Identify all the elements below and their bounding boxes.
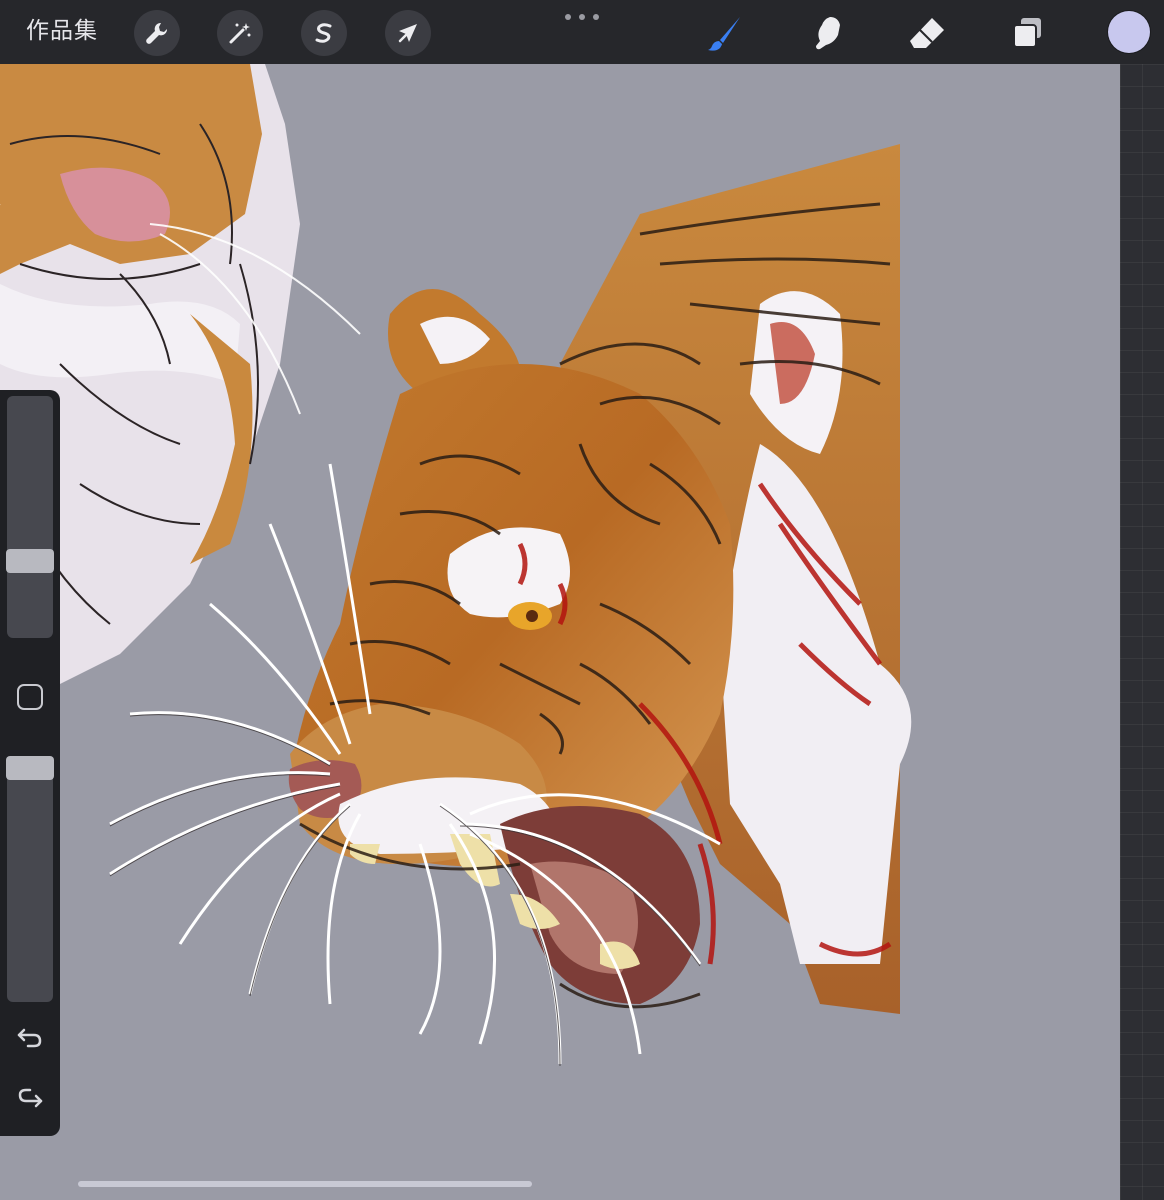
brush-icon <box>708 17 740 51</box>
arrow-cursor-icon <box>398 24 417 43</box>
top-toolbar: 作品集 <box>0 0 1164 64</box>
smudge-button[interactable] <box>805 10 851 56</box>
undo-icon <box>17 1028 42 1048</box>
adjustments-button[interactable] <box>217 10 263 56</box>
opacity-thumb[interactable] <box>6 756 54 780</box>
redo-button[interactable] <box>14 1082 46 1114</box>
brush-size-slider[interactable] <box>6 396 54 638</box>
drawing-canvas[interactable] <box>0 64 1120 1200</box>
selection-s-icon <box>315 23 332 43</box>
procreate-app: 作品集 <box>0 0 1164 1200</box>
actions-button[interactable] <box>134 10 180 56</box>
magic-wand-icon <box>229 23 251 44</box>
gallery-button[interactable]: 作品集 <box>26 16 98 46</box>
brush-button[interactable] <box>703 10 749 56</box>
tiger-artwork <box>0 64 912 1067</box>
undo-button[interactable] <box>14 1022 46 1054</box>
more-dots-icon[interactable] <box>565 10 599 24</box>
square-modifier-icon[interactable] <box>17 684 43 710</box>
transform-button[interactable] <box>385 10 431 56</box>
brush-size-thumb[interactable] <box>6 549 54 573</box>
home-indicator[interactable] <box>78 1181 532 1187</box>
opacity-slider[interactable] <box>6 756 54 1002</box>
layers-icon <box>1013 18 1041 48</box>
color-picker-button[interactable] <box>1108 11 1150 53</box>
eraser-icon <box>910 18 944 48</box>
layers-button[interactable] <box>1005 10 1051 56</box>
left-sidebar <box>0 390 60 1136</box>
wrench-icon <box>146 22 168 44</box>
selection-button[interactable] <box>301 10 347 56</box>
smudge-finger-icon <box>816 17 840 50</box>
canvas-grid-edge <box>1120 64 1164 1200</box>
redo-icon <box>18 1088 43 1108</box>
eraser-button[interactable] <box>905 10 951 56</box>
